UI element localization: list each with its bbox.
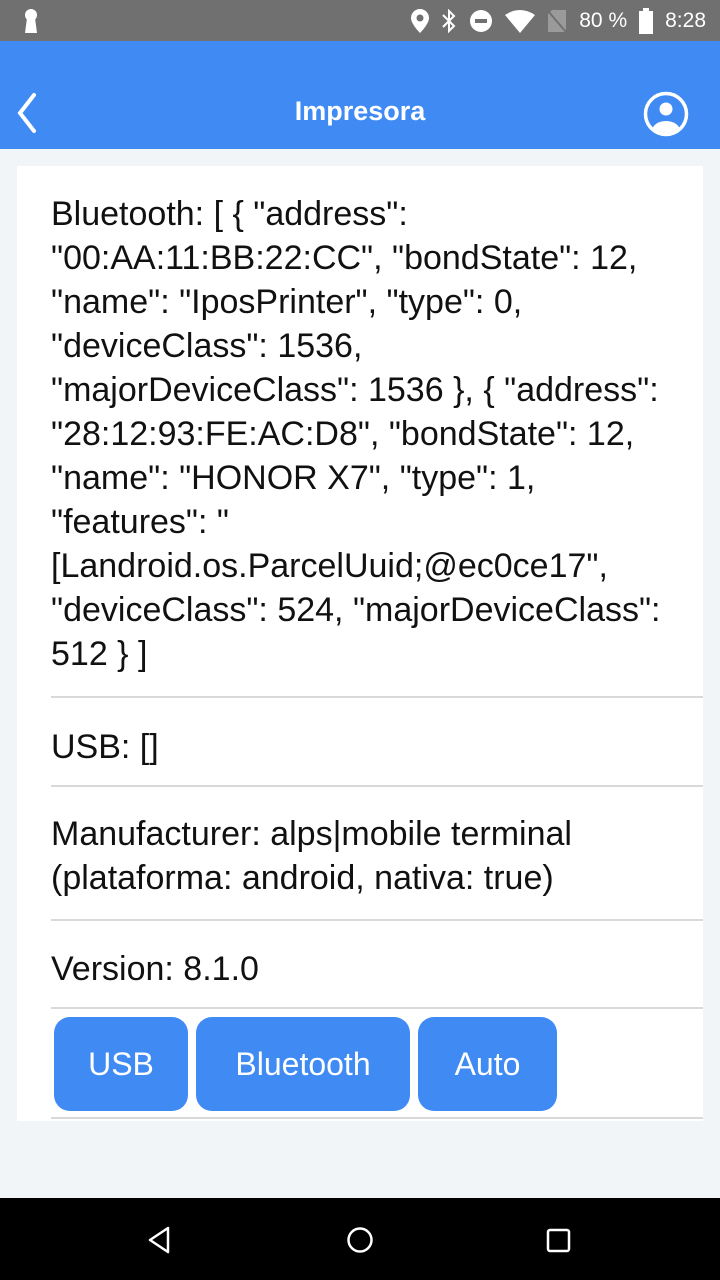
connection-buttons: USB Bluetooth Auto (54, 1017, 557, 1111)
auto-button[interactable]: Auto (418, 1017, 557, 1111)
wifi-icon (505, 9, 536, 33)
do-not-disturb-icon (469, 9, 493, 33)
status-bar: 80 % 8:28 (0, 0, 720, 41)
page-title: Impresora (294, 96, 426, 126)
battery-percent: 80 % (579, 8, 628, 32)
usb-devices-text: USB: [] (51, 728, 159, 766)
manufacturer-text: Manufacturer: alps|mobile terminal (plat… (51, 815, 572, 897)
divider (51, 785, 703, 787)
bluetooth-button[interactable]: Bluetooth (196, 1017, 410, 1111)
battery-icon (639, 7, 654, 34)
printer-info-card: Bluetooth: [ { "address": "00:AA:11:BB:2… (17, 166, 703, 1121)
version-text: Version: 8.1.0 (51, 950, 259, 988)
no-sim-icon (547, 9, 568, 33)
keyhole-icon (22, 8, 40, 34)
divider (51, 1007, 703, 1009)
divider (51, 1117, 703, 1119)
home-circle-icon[interactable] (340, 1220, 380, 1260)
usb-button[interactable]: USB (54, 1017, 188, 1111)
recents-square-icon[interactable] (538, 1220, 578, 1260)
divider (51, 919, 703, 921)
bluetooth-icon (441, 8, 457, 33)
clock: 8:28 (665, 8, 706, 32)
user-circle-icon[interactable] (643, 91, 689, 137)
app-bar: Impresora (0, 41, 720, 149)
bluetooth-devices-text: Bluetooth: [ { "address": "00:AA:11:BB:2… (51, 195, 661, 673)
divider (51, 696, 703, 698)
location-icon (411, 8, 430, 33)
back-triangle-icon[interactable] (140, 1220, 180, 1260)
system-nav-bar (0, 1198, 720, 1280)
